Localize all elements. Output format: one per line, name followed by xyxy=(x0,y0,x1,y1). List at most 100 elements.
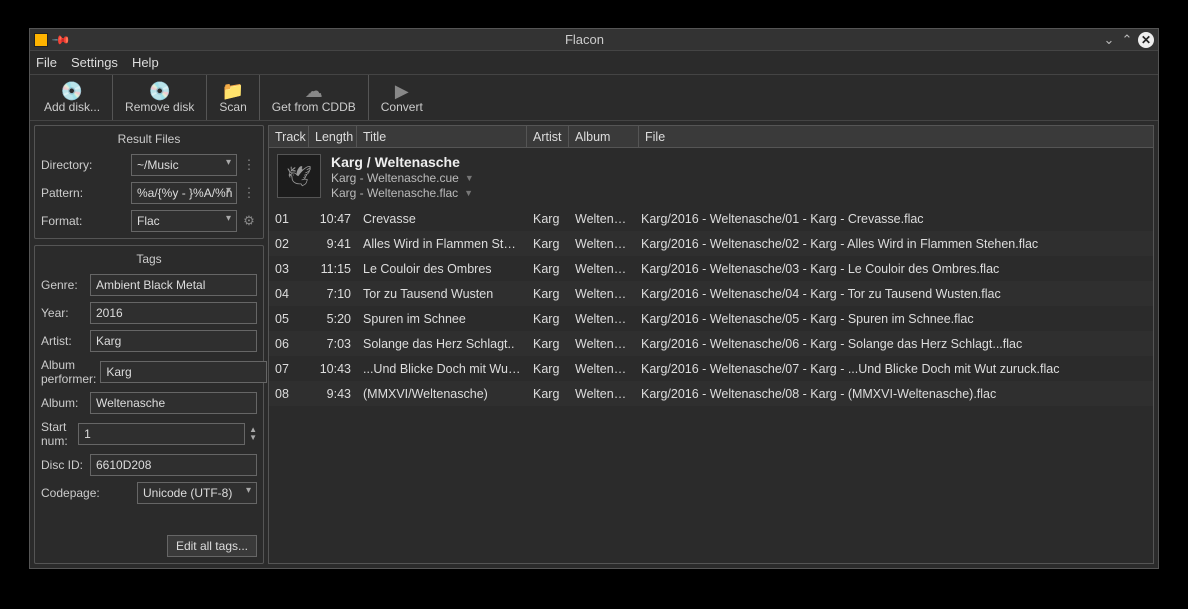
cell-album: Weltenasche xyxy=(569,362,635,376)
directory-more-icon[interactable]: ⋮ xyxy=(241,157,257,173)
codepage-label: Codepage: xyxy=(41,486,133,500)
cell-album: Weltenasche xyxy=(569,212,635,226)
cell-album: Weltenasche xyxy=(569,387,635,401)
cell-artist: Karg xyxy=(527,312,569,326)
cell-track: 07 xyxy=(269,362,309,376)
cell-title: Solange das Herz Schlagt.. xyxy=(357,337,527,351)
album-input[interactable] xyxy=(90,392,257,414)
cell-artist: Karg xyxy=(527,262,569,276)
cue-file: Karg - Weltenasche.cue xyxy=(331,171,459,185)
cd-minus-icon: 💿 xyxy=(149,82,171,100)
album-title: Karg / Weltenasche xyxy=(331,154,474,170)
artist-input[interactable] xyxy=(90,330,257,352)
table-row[interactable]: 0110:47CrevasseKargWeltenascheKarg/2016 … xyxy=(269,206,1153,231)
col-file[interactable]: File xyxy=(639,126,1153,147)
year-input[interactable] xyxy=(90,302,257,324)
cell-length: 10:43 xyxy=(309,362,357,376)
cddb-button[interactable]: ☁ Get from CDDB xyxy=(260,75,369,120)
cell-track: 04 xyxy=(269,287,309,301)
cell-artist: Karg xyxy=(527,337,569,351)
collapse-icon[interactable]: ⌄ xyxy=(1100,32,1118,48)
cell-title: Tor zu Tausend Wusten xyxy=(357,287,527,301)
cell-track: 05 xyxy=(269,312,309,326)
flac-dropdown-icon[interactable]: ▼ xyxy=(464,188,473,198)
close-icon[interactable]: ✕ xyxy=(1138,32,1154,48)
start-num-input[interactable] xyxy=(78,423,245,445)
window-title: Flacon xyxy=(69,32,1100,47)
table-row[interactable]: 0710:43...Und Blicke Doch mit Wut zuruck… xyxy=(269,356,1153,381)
cell-album: Weltenasche xyxy=(569,337,635,351)
expand-icon[interactable]: ⌃ xyxy=(1118,32,1136,48)
table-row[interactable]: 047:10Tor zu Tausend WustenKargWeltenasc… xyxy=(269,281,1153,306)
cue-dropdown-icon[interactable]: ▼ xyxy=(465,173,474,183)
cell-length: 5:20 xyxy=(309,312,357,326)
menu-help[interactable]: Help xyxy=(132,55,159,70)
tags-group: Tags Genre: Year: Artist: Album performe… xyxy=(34,245,264,564)
cell-length: 9:43 xyxy=(309,387,357,401)
folder-icon: 📁 xyxy=(222,82,244,100)
cell-track: 03 xyxy=(269,262,309,276)
table-row[interactable]: 029:41Alles Wird in Flammen StehenKargWe… xyxy=(269,231,1153,256)
format-select[interactable]: Flac xyxy=(131,210,237,232)
play-icon: ▶ xyxy=(395,82,409,100)
cell-title: Alles Wird in Flammen Stehen xyxy=(357,237,527,251)
cell-track: 08 xyxy=(269,387,309,401)
cell-artist: Karg xyxy=(527,387,569,401)
format-settings-icon[interactable]: ⚙ xyxy=(241,213,257,229)
right-panel: Track Length Title Artist Album File 🕊 K… xyxy=(268,125,1154,564)
table-row[interactable]: 089:43(MMXVI/Weltenasche)KargWeltenasche… xyxy=(269,381,1153,406)
track-list: 0110:47CrevasseKargWeltenascheKarg/2016 … xyxy=(269,206,1153,563)
cell-file: Karg/2016 - Weltenasche/03 - Karg - Le C… xyxy=(635,262,1153,276)
cell-album: Weltenasche xyxy=(569,287,635,301)
add-disk-button[interactable]: 💿 Add disk... xyxy=(32,75,113,120)
scan-button[interactable]: 📁 Scan xyxy=(207,75,259,120)
cell-file: Karg/2016 - Weltenasche/07 - Karg - ...U… xyxy=(635,362,1153,376)
cell-file: Karg/2016 - Weltenasche/02 - Karg - Alle… xyxy=(635,237,1153,251)
cell-title: Le Couloir des Ombres xyxy=(357,262,527,276)
cell-track: 02 xyxy=(269,237,309,251)
genre-input[interactable] xyxy=(90,274,257,296)
start-num-spin[interactable]: ▲▼ xyxy=(249,426,257,442)
cell-length: 9:41 xyxy=(309,237,357,251)
cell-length: 11:15 xyxy=(309,262,357,276)
cell-album: Weltenasche xyxy=(569,262,635,276)
pattern-more-icon[interactable]: ⋮ xyxy=(241,185,257,201)
result-files-group: Result Files Directory: ~/Music ⋮ Patter… xyxy=(34,125,264,239)
cell-length: 7:10 xyxy=(309,287,357,301)
col-title[interactable]: Title xyxy=(357,126,527,147)
pattern-label: Pattern: xyxy=(41,186,127,200)
table-header: Track Length Title Artist Album File xyxy=(269,126,1153,148)
directory-select[interactable]: ~/Music xyxy=(131,154,237,176)
album-performer-input[interactable] xyxy=(100,361,267,383)
left-panel: Result Files Directory: ~/Music ⋮ Patter… xyxy=(34,125,264,564)
cell-title: ...Und Blicke Doch mit Wut zuruck xyxy=(357,362,527,376)
cell-artist: Karg xyxy=(527,287,569,301)
edit-all-tags-button[interactable]: Edit all tags... xyxy=(167,535,257,557)
menu-file[interactable]: File xyxy=(36,55,57,70)
format-label: Format: xyxy=(41,214,127,228)
remove-disk-button[interactable]: 💿 Remove disk xyxy=(113,75,207,120)
cell-title: (MMXVI/Weltenasche) xyxy=(357,387,527,401)
table-row[interactable]: 067:03Solange das Herz Schlagt..KargWelt… xyxy=(269,331,1153,356)
col-artist[interactable]: Artist xyxy=(527,126,569,147)
table-row[interactable]: 0311:15Le Couloir des OmbresKargWeltenas… xyxy=(269,256,1153,281)
col-length[interactable]: Length xyxy=(309,126,357,147)
album-art: 🕊 xyxy=(277,154,321,198)
col-track[interactable]: Track xyxy=(269,126,309,147)
genre-label: Genre: xyxy=(41,278,86,292)
cell-album: Weltenasche xyxy=(569,237,635,251)
artist-label: Artist: xyxy=(41,334,86,348)
convert-button[interactable]: ▶ Convert xyxy=(369,75,435,120)
cell-artist: Karg xyxy=(527,237,569,251)
cd-plus-icon: 💿 xyxy=(61,82,83,100)
cell-file: Karg/2016 - Weltenasche/01 - Karg - Crev… xyxy=(635,212,1153,226)
disc-id-input[interactable] xyxy=(90,454,257,476)
col-album[interactable]: Album xyxy=(569,126,639,147)
menu-settings[interactable]: Settings xyxy=(71,55,118,70)
start-num-label: Start num: xyxy=(41,420,74,448)
cell-track: 01 xyxy=(269,212,309,226)
codepage-select[interactable]: Unicode (UTF-8) xyxy=(137,482,257,504)
table-row[interactable]: 055:20Spuren im SchneeKargWeltenascheKar… xyxy=(269,306,1153,331)
pattern-select[interactable]: %a/{%y - }%A/%n - %a - %t xyxy=(131,182,237,204)
cell-length: 10:47 xyxy=(309,212,357,226)
